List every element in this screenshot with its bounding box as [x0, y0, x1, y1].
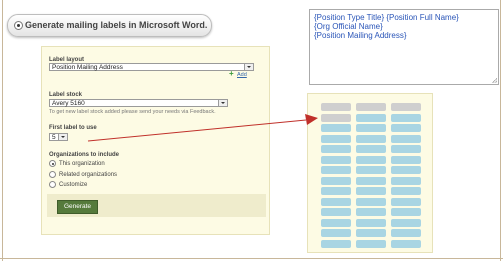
org-option-label: Customize [59, 182, 88, 189]
add-layout-link[interactable]: Add [237, 72, 247, 78]
label-sheet-preview [307, 93, 433, 253]
radio-selected-icon[interactable] [49, 160, 56, 167]
label-cell [321, 124, 351, 132]
radio-icon[interactable] [49, 171, 56, 178]
label-stock-value: Avery 5160 [52, 100, 85, 107]
label-cell [321, 208, 351, 216]
template-line: {Position Type Title} {Position Full Nam… [314, 13, 459, 22]
label-cell [391, 155, 421, 164]
label-cell [356, 166, 386, 174]
chevron-down-icon[interactable] [244, 64, 253, 70]
label-cell [391, 113, 421, 122]
label-stock-hint: To get new label stock added please send… [49, 109, 216, 115]
label-cell [356, 208, 386, 216]
used-label-cell [321, 113, 351, 122]
label-cell [356, 218, 386, 227]
org-option-label: Related organizations [59, 172, 118, 179]
chevron-down-icon[interactable] [218, 100, 227, 106]
label-cell [356, 134, 386, 143]
first-label-select[interactable]: 5 [49, 133, 68, 141]
radio-icon[interactable] [49, 181, 56, 188]
label-cell [321, 229, 351, 237]
label-cell [391, 124, 421, 132]
label-cell [391, 134, 421, 143]
radio-selected-icon[interactable] [14, 21, 23, 30]
label-cell [321, 155, 351, 164]
label-cell [321, 145, 351, 153]
label-cell [356, 197, 386, 206]
label-cell [391, 197, 421, 206]
label-cell [391, 218, 421, 227]
used-label-cell [356, 103, 386, 111]
label-cell [321, 187, 351, 195]
template-line: {Org Official Name} [314, 22, 383, 31]
used-label-cell [391, 103, 421, 111]
template-preview-textarea[interactable]: {Position Type Title} {Position Full Nam… [309, 9, 499, 85]
label-cell [356, 124, 386, 132]
label-cell [356, 239, 386, 248]
label-cell [356, 187, 386, 195]
label-cell [321, 134, 351, 143]
generate-button[interactable]: Generate [57, 200, 98, 214]
label-cell [391, 187, 421, 195]
resize-handle-icon[interactable] [492, 78, 497, 83]
option-title: Generate mailing labels in Microsoft Wor… [25, 20, 208, 30]
label-cell [391, 229, 421, 237]
org-option-label: This organization [59, 161, 105, 168]
label-cell [391, 208, 421, 216]
chevron-down-icon[interactable] [58, 134, 67, 140]
label-layout-select[interactable]: Position Mailing Address [49, 63, 254, 71]
label-cell [356, 145, 386, 153]
label-cell [321, 218, 351, 227]
label-cell [321, 176, 351, 185]
label-cell [356, 113, 386, 122]
first-label-label: First label to use [49, 125, 97, 131]
label-stock-select[interactable]: Avery 5160 [49, 99, 228, 107]
label-cell [391, 176, 421, 185]
label-cell [356, 229, 386, 237]
label-cell [391, 239, 421, 248]
orgs-label: Organizations to include [49, 152, 120, 158]
add-icon[interactable]: + [229, 70, 235, 78]
label-cell [321, 239, 351, 248]
first-label-value: 5 [52, 134, 56, 141]
label-cell [321, 166, 351, 174]
org-option-this[interactable]: This organization [49, 160, 105, 167]
template-line: {Position Mailing Address} [314, 31, 407, 40]
org-option-customize[interactable]: Customize [49, 181, 87, 188]
label-cell [356, 176, 386, 185]
label-cell [391, 166, 421, 174]
label-cell [356, 155, 386, 164]
frame-border-right [500, 0, 501, 261]
label-layout-value: Position Mailing Address [52, 64, 123, 71]
org-option-related[interactable]: Related organizations [49, 171, 117, 178]
label-stock-label: Label stock [49, 92, 83, 98]
frame-border-bottom [0, 258, 503, 259]
frame-border-left [2, 0, 3, 261]
label-cell [391, 145, 421, 153]
generate-labels-option[interactable]: Generate mailing labels in Microsoft Wor… [7, 14, 212, 37]
used-label-cell [321, 103, 351, 111]
label-cell [321, 197, 351, 206]
